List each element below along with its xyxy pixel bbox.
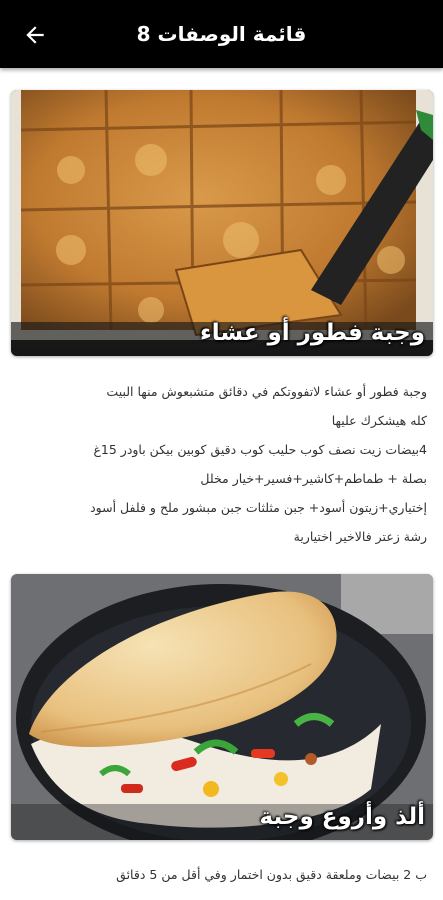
description-line: ب 2 بيضات وملعقة دقيق بدون اختمار وفي أق… — [116, 867, 427, 882]
description-line: بصلة + طماطم+كاشير+فسير+خيار مخلل — [200, 471, 427, 486]
recipe-card[interactable]: وجبة فطور أو عشاء — [11, 90, 433, 356]
baked-squares-photo — [11, 90, 433, 356]
recipe-caption: ألذ وأروع وجبة — [259, 804, 425, 830]
app-bar: قائمة الوصفات 8 — [0, 0, 443, 68]
recipe-description: ب 2 بيضات وملعقة دقيق بدون اختمار وفي أق… — [15, 860, 427, 889]
description-line: 4بيضات زيت نصف كوب حليب كوب دقيق كوبين ب… — [93, 442, 427, 457]
description-line: كله هيشكرك عليها — [331, 413, 427, 428]
description-line: إختياري+زيتون أسود+ جبن مثلثات جبن مبشور… — [90, 500, 427, 515]
folded-omelette-photo — [11, 574, 433, 840]
recipe-card[interactable]: ألذ وأروع وجبة — [11, 574, 433, 840]
recipe-caption: وجبة فطور أو عشاء — [199, 320, 425, 346]
description-line: وجبة فطور أو عشاء لاتفووتكم في دقائق متش… — [106, 384, 427, 399]
page-title: قائمة الوصفات 8 — [136, 22, 307, 46]
description-line: رشة زعتر فالاخير اختيارية — [293, 529, 427, 544]
recipe-list[interactable]: وجبة فطور أو عشاء وجبة فطور أو عشاء لاتف… — [0, 68, 443, 900]
recipe-description: وجبة فطور أو عشاء لاتفووتكم في دقائق متش… — [15, 377, 427, 551]
